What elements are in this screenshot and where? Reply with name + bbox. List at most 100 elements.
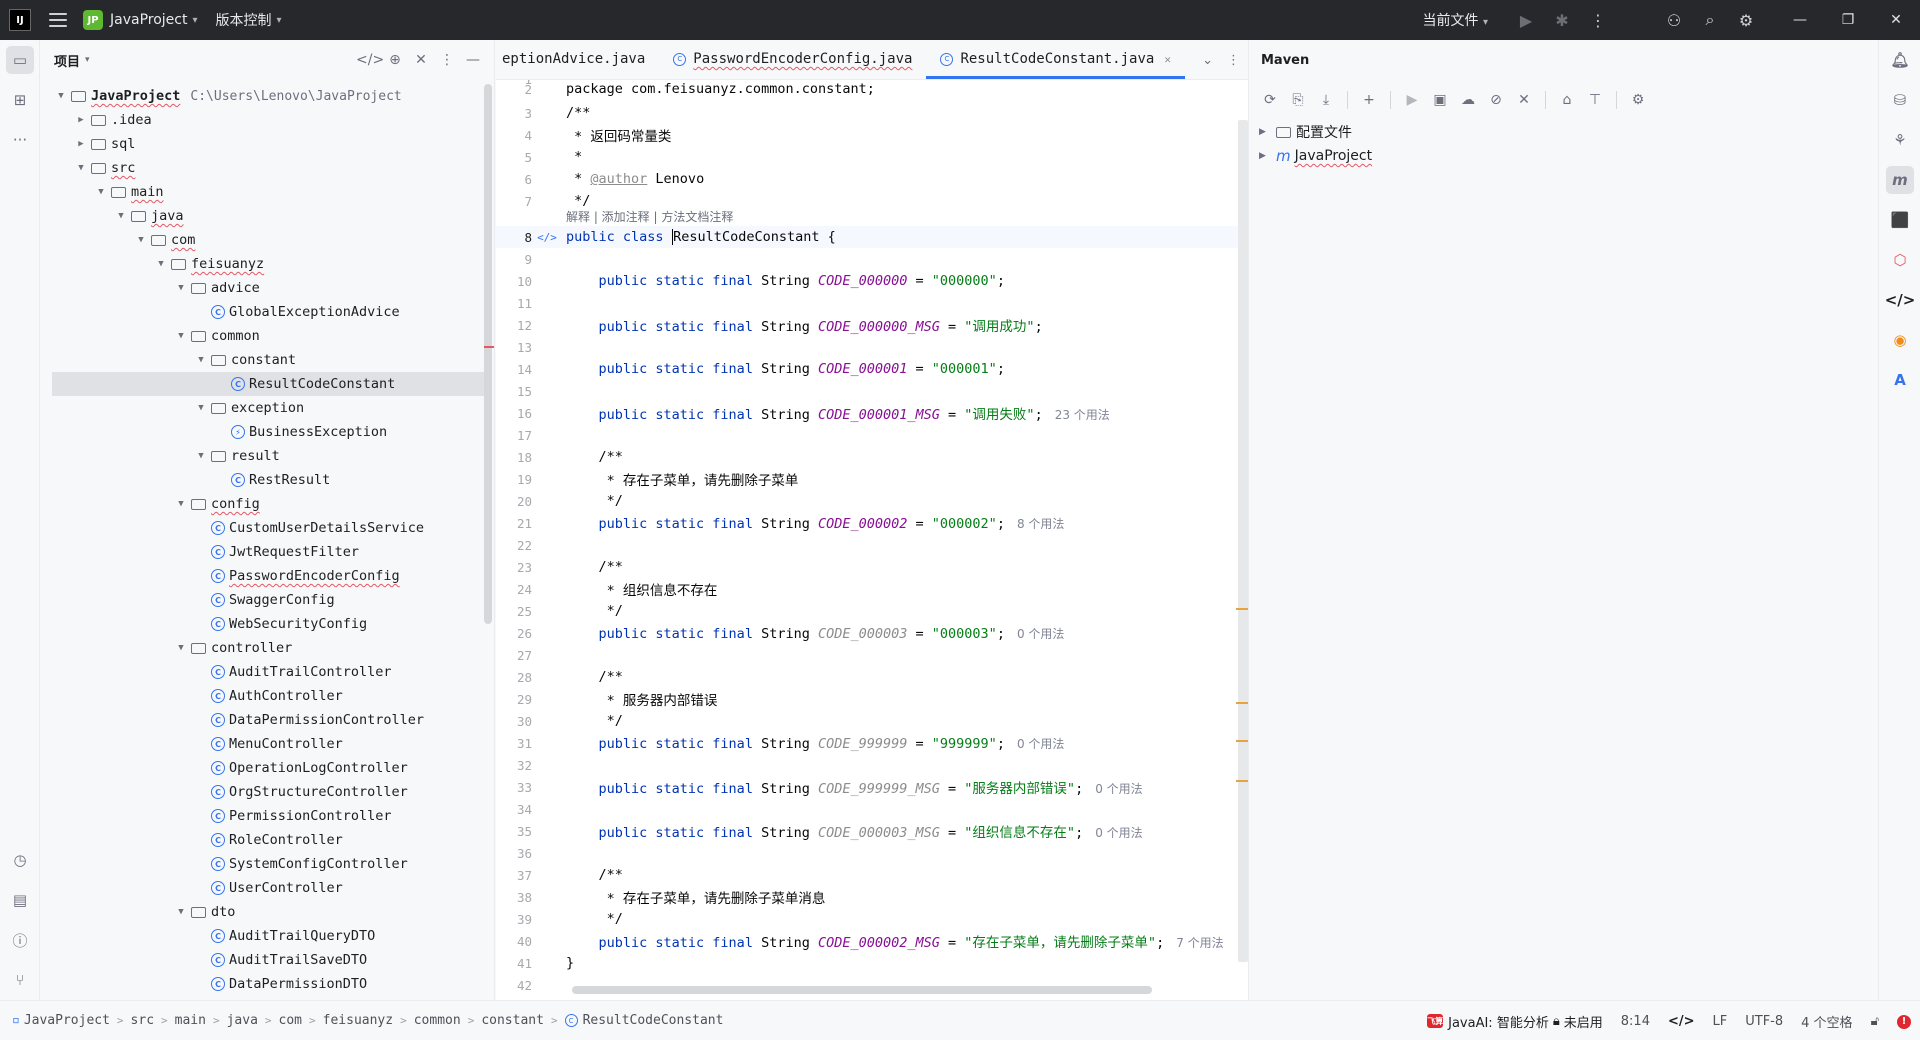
usages-hint[interactable]: 7 个用法 xyxy=(1176,936,1223,950)
tree-item[interactable]: ▼ exception xyxy=(40,396,485,420)
debug-icon[interactable]: ✱ xyxy=(1544,0,1580,40)
usages-hint[interactable]: 0 个用法 xyxy=(1095,782,1142,796)
editor-vertical-scrollbar[interactable] xyxy=(1238,120,1248,962)
tree-item[interactable]: C SwaggerConfig xyxy=(40,588,485,612)
tree-scrollbar[interactable] xyxy=(484,84,492,624)
tree-item[interactable]: ▼ advice xyxy=(40,276,485,300)
chevron-down-icon[interactable]: ▼ xyxy=(114,211,128,221)
file-encoding[interactable]: UTF-8 xyxy=(1745,1014,1783,1029)
breadcrumb-item[interactable]: JavaProject xyxy=(24,1013,110,1028)
notifications-bell-icon[interactable]: 🔔︎ xyxy=(1886,46,1914,74)
usages-hint[interactable]: 0 个用法 xyxy=(1017,627,1064,641)
execute-goal-icon[interactable]: ▣ xyxy=(1427,92,1453,108)
problems-icon[interactable]: ⓘ xyxy=(6,926,34,954)
hide-panel-icon[interactable]: — xyxy=(460,52,486,68)
tree-item[interactable]: ▶ .idea xyxy=(40,108,485,132)
tree-item[interactable]: ▼ main xyxy=(40,180,485,204)
code-ai-icon[interactable]: </> xyxy=(1668,1014,1695,1029)
more-actions-icon[interactable]: ⋮ xyxy=(1580,0,1616,40)
breadcrumb-item[interactable]: java xyxy=(227,1013,258,1028)
caret-position[interactable]: 8:14 xyxy=(1621,1014,1650,1029)
feisuan-ai-icon[interactable]: ⬛ xyxy=(1886,206,1914,234)
usages-hint[interactable]: 8 个用法 xyxy=(1017,517,1064,531)
chevron-right-icon[interactable]: ▶ xyxy=(1259,127,1273,137)
tree-item[interactable]: C OperationLogController xyxy=(40,756,485,780)
tab-options-icon[interactable]: ⋮ xyxy=(1227,53,1240,68)
chevron-down-icon[interactable]: ▼ xyxy=(54,91,68,101)
breadcrumb-item[interactable]: common xyxy=(414,1013,461,1028)
readonly-lock-icon[interactable]: 🔓︎ xyxy=(1871,1014,1879,1029)
download-icon[interactable]: ⤓ xyxy=(1313,92,1339,108)
error-indicator-icon[interactable]: ! xyxy=(1897,1013,1911,1029)
collapse-all-icon[interactable]: ✕ xyxy=(408,52,434,68)
line-separator[interactable]: LF xyxy=(1713,1014,1728,1029)
show-dependencies-icon[interactable]: ⌂ xyxy=(1554,92,1580,108)
tree-item[interactable]: C JwtRequestFilter xyxy=(40,540,485,564)
tree-item[interactable]: ▼ config xyxy=(40,492,485,516)
usages-hint[interactable]: 0 个用法 xyxy=(1095,826,1142,840)
breadcrumb-item[interactable]: main xyxy=(175,1013,206,1028)
tree-item[interactable]: ▶ sql xyxy=(40,132,485,156)
chevron-right-icon[interactable]: ▶ xyxy=(74,139,88,149)
chevron-down-icon[interactable]: ▼ xyxy=(174,283,188,293)
collapse-icon[interactable]: ✕ xyxy=(1511,92,1537,108)
tree-item[interactable]: ▼ JavaProject C:\Users\Lenovo\JavaProjec… xyxy=(40,84,485,108)
run-maven-icon[interactable]: ▶ xyxy=(1399,92,1425,108)
tree-item[interactable]: C SystemConfigController xyxy=(40,852,485,876)
run-config-selector[interactable]: 当前文件 ▾ xyxy=(1423,10,1488,30)
project-switcher[interactable]: JavaProject xyxy=(110,12,187,28)
tree-item[interactable]: ▼ result xyxy=(40,444,485,468)
maximize-icon[interactable]: ❐ xyxy=(1824,0,1872,40)
tree-item[interactable]: ▼ constant xyxy=(40,348,485,372)
tree-item[interactable]: C AuditTrailQueryDTO xyxy=(40,924,485,948)
tree-item[interactable]: ⚡ BusinessException xyxy=(40,420,485,444)
chevron-down-icon[interactable]: ▼ xyxy=(174,643,188,653)
tree-item[interactable]: ▼ common xyxy=(40,324,485,348)
ai-assistant-icon[interactable]: ⚘ xyxy=(1886,126,1914,154)
options-icon[interactable]: ⋮ xyxy=(434,52,460,68)
tree-item[interactable]: C MenuController xyxy=(40,732,485,756)
tree-item[interactable]: C AuditTrailController xyxy=(40,660,485,684)
tree-item[interactable]: ▼ controller xyxy=(40,636,485,660)
tree-item[interactable]: C DataPermissionController xyxy=(40,708,485,732)
javaai-status[interactable]: 飞算 JavaAI: 智能分析 🔒︎ 未启用 xyxy=(1427,1012,1603,1031)
ai-gutter-icon[interactable]: </> xyxy=(534,231,560,244)
chevron-right-icon[interactable]: ▶ xyxy=(1259,151,1273,161)
translate-icon[interactable]: A xyxy=(1886,366,1914,394)
tree-item[interactable]: ▼ java xyxy=(40,204,485,228)
chevron-down-icon[interactable]: ▼ xyxy=(154,259,168,269)
breadcrumb-item[interactable]: src xyxy=(131,1013,154,1028)
add-icon[interactable]: + xyxy=(1356,92,1382,108)
maven-icon[interactable]: m xyxy=(1886,166,1914,194)
editor-horizontal-scrollbar[interactable] xyxy=(572,986,1152,994)
tree-item[interactable]: C GlobalExceptionAdvice xyxy=(40,300,485,324)
terminal-icon[interactable]: ▤ xyxy=(6,886,34,914)
cube-icon[interactable]: ⬡ xyxy=(1886,246,1914,274)
structure-icon[interactable]: ⊞ xyxy=(6,86,34,114)
breadcrumb-item[interactable]: com xyxy=(279,1013,302,1028)
database-icon[interactable]: ⛁ xyxy=(1886,86,1914,114)
maven-settings-icon[interactable]: ⚙ xyxy=(1625,92,1651,108)
tree-item[interactable]: C AuditTrailSaveDTO xyxy=(40,948,485,972)
locate-target-icon[interactable]: ⊕ xyxy=(382,52,408,68)
chevron-down-icon[interactable]: ▼ xyxy=(94,187,108,197)
breadcrumb-item[interactable]: ResultCodeConstant xyxy=(583,1013,724,1028)
chevron-down-icon[interactable]: ▼ xyxy=(174,907,188,917)
chevron-down-icon[interactable]: ▼ xyxy=(194,403,208,413)
chevron-down-icon[interactable]: ▾ xyxy=(277,15,282,26)
close-icon[interactable]: ✕ xyxy=(1872,0,1920,40)
breadcrumb-item[interactable]: constant xyxy=(481,1013,544,1028)
code-area[interactable]: 1 2package com.feisuanyz.common.constant… xyxy=(496,80,1248,1000)
main-menu-icon[interactable] xyxy=(49,13,67,27)
chevron-down-icon[interactable]: ▼ xyxy=(174,331,188,341)
more-tools-icon[interactable]: ··· xyxy=(6,126,34,154)
search-icon[interactable]: ⌕ xyxy=(1692,0,1728,40)
project-badge-icon[interactable]: JP xyxy=(83,10,103,30)
project-panel-title[interactable]: 项目 xyxy=(54,51,80,70)
offline-mode-icon[interactable]: ☁ xyxy=(1455,92,1481,108)
vcs-menu[interactable]: 版本控制 xyxy=(216,10,272,30)
indent-setting[interactable]: 4 个空格 xyxy=(1801,1012,1852,1031)
editor-tab[interactable]: eptionAdvice.java xyxy=(496,39,659,79)
chevron-right-icon[interactable]: ▶ xyxy=(74,115,88,125)
git-icon[interactable]: ⑂ xyxy=(6,966,34,994)
